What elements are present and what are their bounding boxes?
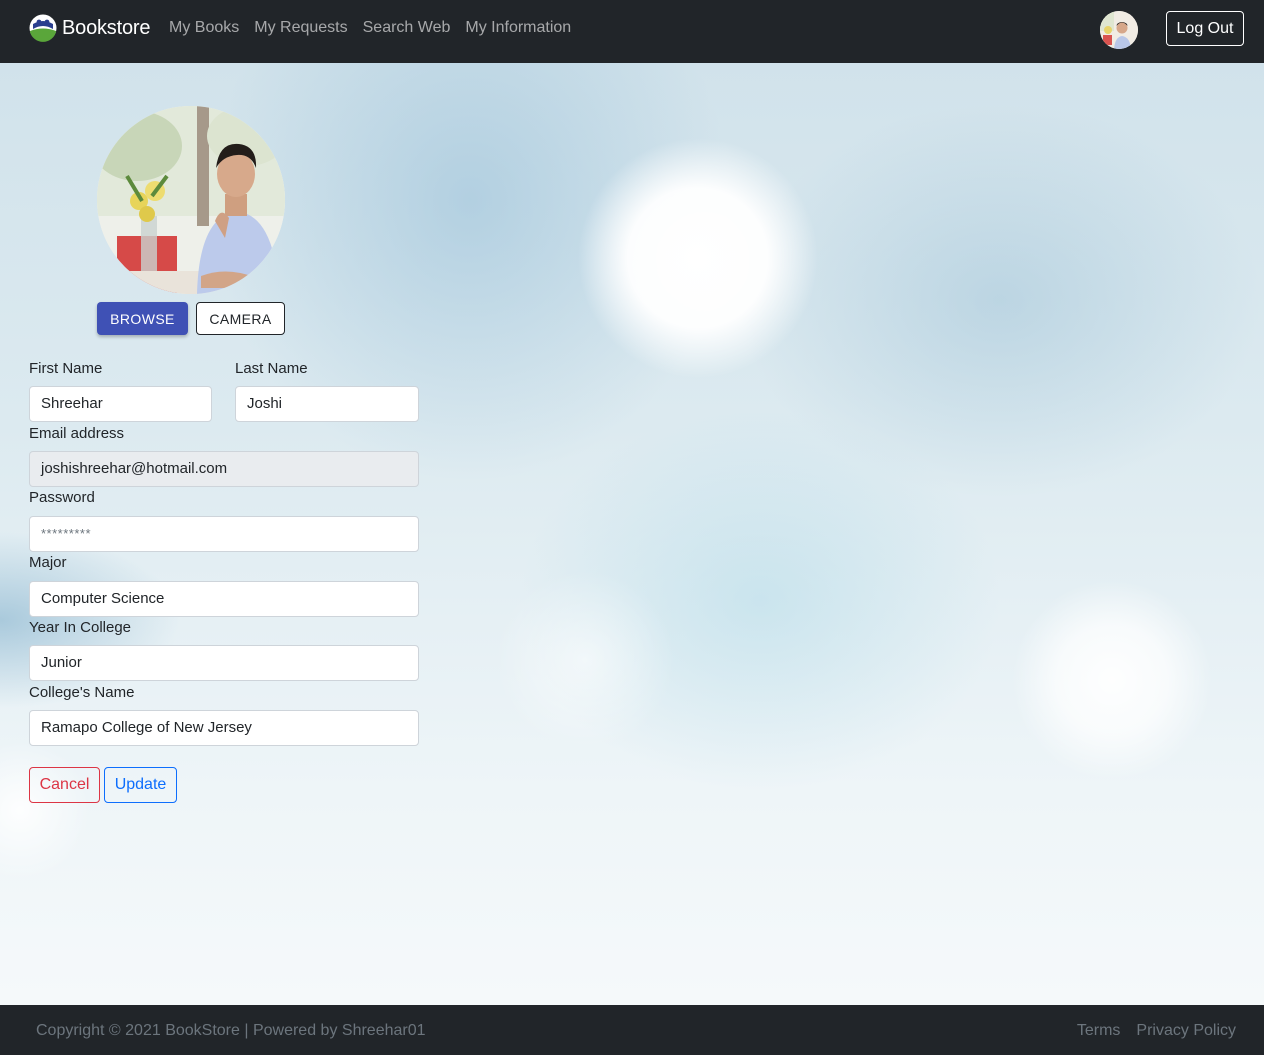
browse-button[interactable]: BROWSE	[97, 302, 188, 335]
footer-links: Terms Privacy Policy	[1061, 1022, 1236, 1040]
footer-link-privacy-policy[interactable]: Privacy Policy	[1136, 1022, 1236, 1040]
update-button[interactable]: Update	[104, 767, 177, 803]
cancel-button[interactable]: Cancel	[29, 767, 100, 803]
college-label: College's Name	[29, 684, 135, 701]
year-field[interactable]: Junior	[29, 645, 419, 681]
major-label: Major	[29, 554, 67, 571]
brand[interactable]: Bookstore	[29, 14, 150, 42]
major-field[interactable]: Computer Science	[29, 581, 419, 617]
college-field[interactable]: Ramapo College of New Jersey	[29, 710, 419, 746]
nav-link-my-books[interactable]: My Books	[169, 19, 239, 37]
year-label: Year In College	[29, 619, 132, 636]
nav-links: My Books My Requests Search Web My Infor…	[169, 19, 586, 37]
footer: Copyright © 2021 BookStore | Powered by …	[0, 1005, 1264, 1055]
avatar-photo	[1100, 11, 1138, 49]
password-label: Password	[29, 489, 95, 506]
brand-name: Bookstore	[62, 16, 151, 39]
footer-copyright: Copyright © 2021 BookStore | Powered by …	[36, 1022, 426, 1039]
email-label: Email address	[29, 425, 125, 442]
top-navbar: Bookstore My Books My Requests Search We…	[0, 0, 1264, 63]
nav-link-my-requests[interactable]: My Requests	[254, 19, 347, 37]
password-field[interactable]: *********	[29, 516, 419, 552]
logout-button[interactable]: Log Out	[1166, 11, 1244, 46]
email-field: joshishreehar@hotmail.com	[29, 451, 419, 487]
bookstore-logo-icon	[29, 14, 57, 42]
profile-photo-image	[97, 106, 285, 294]
nav-link-my-information[interactable]: My Information	[465, 19, 571, 37]
last-name-field[interactable]: Joshi	[235, 386, 419, 422]
nav-link-search-web[interactable]: Search Web	[363, 19, 451, 37]
footer-link-terms[interactable]: Terms	[1077, 1022, 1121, 1040]
user-avatar[interactable]	[1100, 11, 1138, 49]
first-name-label: First Name	[29, 360, 103, 377]
first-name-field[interactable]: Shreehar	[29, 386, 212, 422]
last-name-label: Last Name	[235, 360, 308, 377]
profile-photo	[97, 106, 285, 294]
camera-button[interactable]: CAMERA	[196, 302, 285, 335]
